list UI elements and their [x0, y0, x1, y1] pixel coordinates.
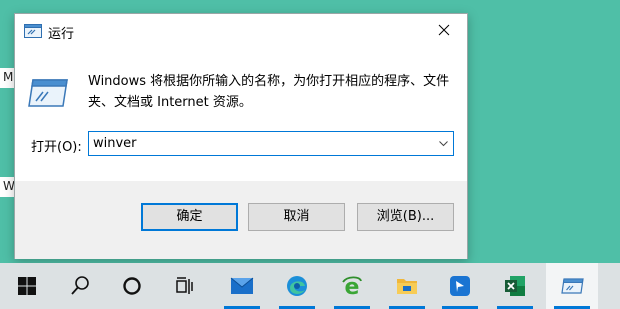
- dialog-title: 运行: [48, 27, 75, 42]
- run-icon: [24, 24, 42, 38]
- cancel-button[interactable]: 取消: [248, 203, 345, 231]
- excel-icon: [505, 276, 525, 296]
- run-icon: [561, 278, 584, 294]
- search-button[interactable]: [54, 263, 106, 309]
- browse-button[interactable]: 浏览(B)...: [357, 203, 454, 231]
- button-bar: 确定 取消 浏览(B)...: [15, 181, 467, 259]
- desktop-icon-label-fragment: W: [0, 177, 14, 197]
- cortana-button[interactable]: [106, 263, 158, 309]
- open-label: 打开(O):: [31, 140, 82, 155]
- taskbar-app-ie[interactable]: e: [326, 263, 378, 309]
- taskbar-app-mail[interactable]: [216, 263, 268, 309]
- title-bar[interactable]: 运行: [15, 14, 467, 48]
- search-icon: [71, 276, 89, 295]
- task-view-icon: [176, 277, 193, 294]
- run-dialog: 运行 Windows 将根据你所输入的名称，为你打开相应的程序、文件夹、文档或 …: [14, 13, 468, 259]
- ok-button[interactable]: 确定: [141, 203, 238, 231]
- taskbar-app-feedback[interactable]: [434, 263, 486, 309]
- taskbar: e: [0, 263, 620, 309]
- internet-explorer-icon: e: [342, 275, 362, 298]
- feedback-icon: [450, 276, 470, 296]
- open-combobox[interactable]: [88, 131, 454, 156]
- file-explorer-icon: [397, 279, 417, 294]
- open-input[interactable]: [93, 134, 423, 153]
- cortana-icon: [123, 277, 141, 295]
- taskbar-app-file-explorer[interactable]: [381, 263, 433, 309]
- desktop-icon-label-fragment: M: [0, 68, 14, 88]
- dialog-description: Windows 将根据你所输入的名称，为你打开相应的程序、文件夹、文档或 Int…: [88, 74, 450, 110]
- chevron-down-icon[interactable]: [439, 140, 448, 147]
- mail-icon: [230, 277, 254, 294]
- close-button[interactable]: [421, 14, 467, 46]
- edge-icon: [287, 276, 307, 296]
- task-view-button[interactable]: [159, 263, 211, 309]
- taskbar-app-run[interactable]: [546, 263, 598, 309]
- windows-start-icon: [18, 277, 36, 295]
- taskbar-app-edge[interactable]: [271, 263, 323, 309]
- run-icon: [28, 79, 68, 107]
- close-icon: [438, 24, 450, 36]
- taskbar-app-excel[interactable]: [489, 263, 541, 309]
- start-button[interactable]: [1, 263, 53, 309]
